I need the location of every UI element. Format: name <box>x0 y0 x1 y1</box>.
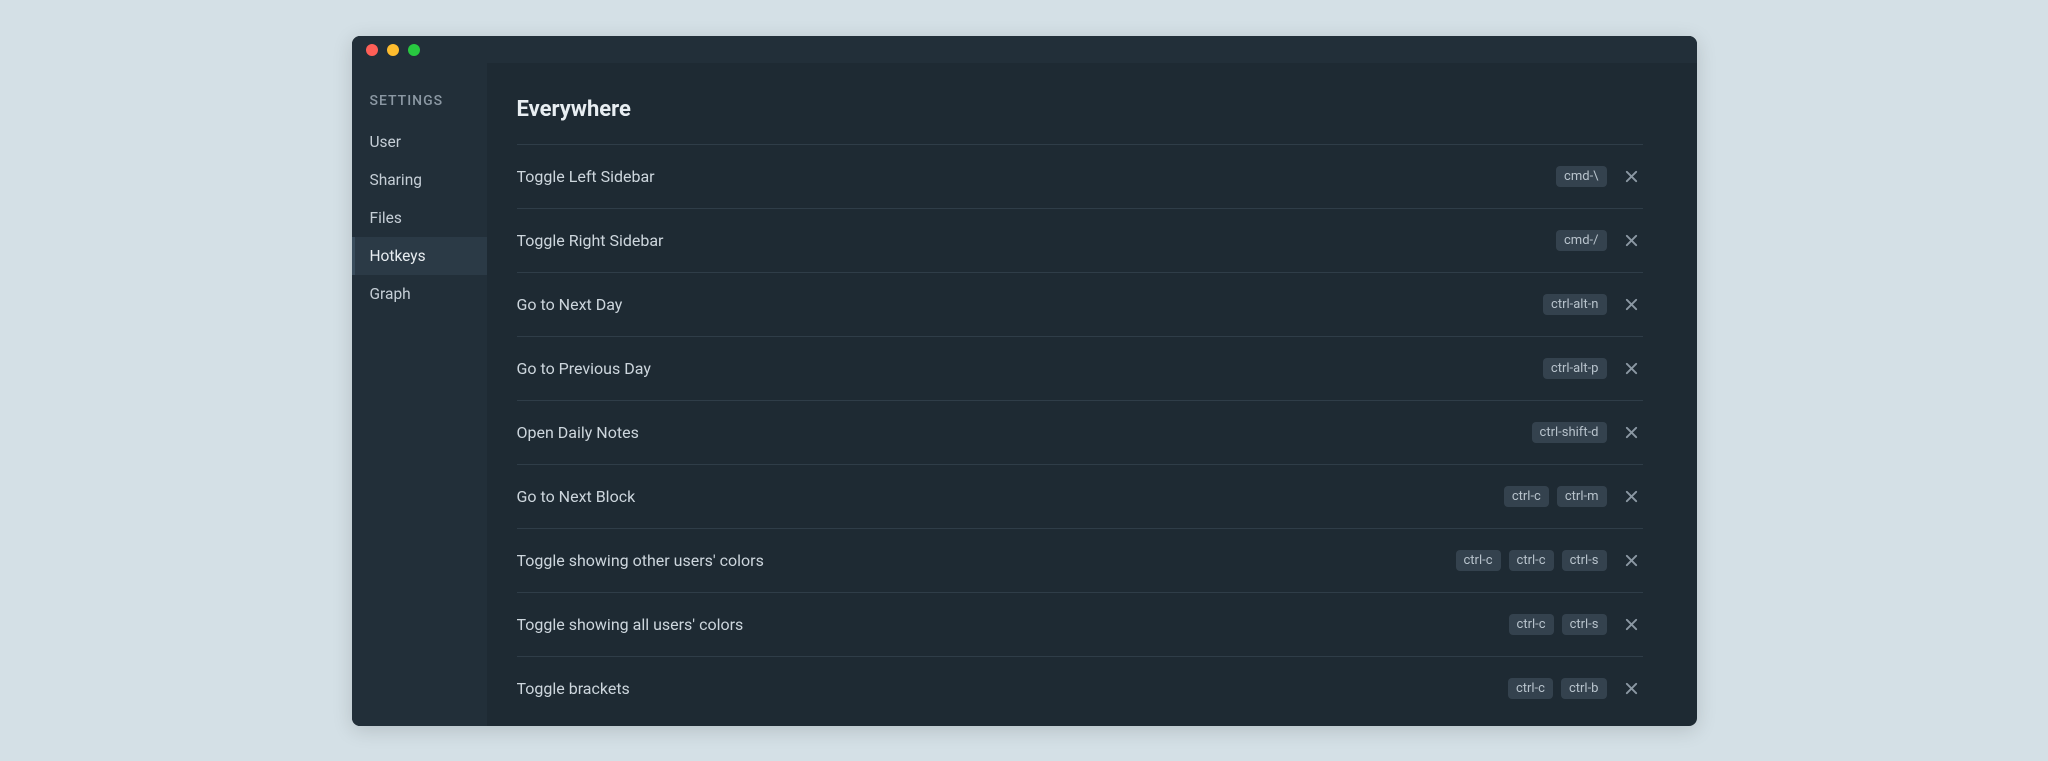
close-icon <box>1624 425 1639 440</box>
close-icon <box>1624 681 1639 696</box>
hotkey-keys[interactable]: cmd-/ <box>1556 230 1607 251</box>
clear-hotkey-button[interactable] <box>1621 294 1643 316</box>
hotkey-right: ctrl-c ctrl-c ctrl-s <box>1456 550 1643 572</box>
hotkey-key-badge: ctrl-c <box>1509 614 1554 635</box>
hotkey-keys[interactable]: ctrl-c ctrl-s <box>1509 614 1607 635</box>
hotkey-row: Toggle Left Sidebar cmd-\ <box>517 144 1643 208</box>
clear-hotkey-button[interactable] <box>1621 486 1643 508</box>
close-icon <box>1624 169 1639 184</box>
clear-hotkey-button[interactable] <box>1621 678 1643 700</box>
window-content: SETTINGS UserSharingFilesHotkeysGraph Ev… <box>352 63 1697 726</box>
settings-window: SETTINGS UserSharingFilesHotkeysGraph Ev… <box>352 36 1697 726</box>
sidebar-heading: SETTINGS <box>352 93 487 123</box>
hotkey-label: Toggle showing other users' colors <box>517 551 764 570</box>
sidebar-item-files[interactable]: Files <box>352 199 487 237</box>
settings-main: Everywhere Toggle Left Sidebarcmd-\Toggl… <box>487 63 1697 726</box>
hotkey-row: Toggle Right Sidebar cmd-/ <box>517 208 1643 272</box>
hotkey-key-badge: ctrl-m <box>1557 486 1607 507</box>
clear-hotkey-button[interactable] <box>1621 166 1643 188</box>
window-minimize-button[interactable] <box>387 44 399 56</box>
hotkeys-scroll-area[interactable]: Everywhere Toggle Left Sidebarcmd-\Toggl… <box>517 97 1655 726</box>
hotkey-label: Go to Next Day <box>517 295 623 314</box>
clear-hotkey-button[interactable] <box>1621 422 1643 444</box>
hotkey-key-badge: cmd-\ <box>1556 166 1606 187</box>
hotkey-key-badge: ctrl-b <box>1561 678 1607 699</box>
sidebar-item-hotkeys[interactable]: Hotkeys <box>352 237 487 275</box>
hotkey-keys[interactable]: ctrl-c ctrl-c ctrl-s <box>1456 550 1607 571</box>
close-icon <box>1624 233 1639 248</box>
window-close-button[interactable] <box>366 44 378 56</box>
hotkey-key-badge: ctrl-s <box>1562 550 1607 571</box>
hotkey-right: cmd-/ <box>1556 230 1643 252</box>
clear-hotkey-button[interactable] <box>1621 230 1643 252</box>
hotkey-key-badge: ctrl-alt-p <box>1543 358 1607 379</box>
close-icon <box>1624 617 1639 632</box>
hotkey-label: Toggle brackets <box>517 679 630 698</box>
hotkey-keys[interactable]: ctrl-alt-n <box>1543 294 1606 315</box>
hotkey-key-badge: cmd-/ <box>1556 230 1607 251</box>
clear-hotkey-button[interactable] <box>1621 550 1643 572</box>
close-icon <box>1624 553 1639 568</box>
hotkey-right: ctrl-c ctrl-m <box>1504 486 1643 508</box>
hotkey-row: Go to Next Block ctrl-c ctrl-m <box>517 464 1643 528</box>
hotkey-key-badge: ctrl-c <box>1509 550 1554 571</box>
hotkey-key-badge: ctrl-c <box>1456 550 1501 571</box>
hotkey-right: ctrl-c ctrl-b <box>1508 678 1643 700</box>
sidebar-item-graph[interactable]: Graph <box>352 275 487 313</box>
settings-sidebar: SETTINGS UserSharingFilesHotkeysGraph <box>352 63 487 726</box>
hotkey-label: Toggle showing all users' colors <box>517 615 744 634</box>
hotkey-label: Toggle Right Sidebar <box>517 231 664 250</box>
sidebar-item-sharing[interactable]: Sharing <box>352 161 487 199</box>
hotkey-keys[interactable]: cmd-\ <box>1556 166 1606 187</box>
clear-hotkey-button[interactable] <box>1621 614 1643 636</box>
hotkey-right: ctrl-alt-n <box>1543 294 1642 316</box>
hotkey-label: Open Daily Notes <box>517 423 639 442</box>
hotkey-keys[interactable]: ctrl-shift-d <box>1532 422 1607 443</box>
hotkey-key-badge: ctrl-alt-n <box>1543 294 1606 315</box>
hotkey-row: Toggle brackets ctrl-c ctrl-b <box>517 656 1643 720</box>
hotkey-keys[interactable]: ctrl-alt-p <box>1543 358 1607 379</box>
hotkey-right: ctrl-shift-d <box>1532 422 1643 444</box>
section-heading: Everywhere <box>517 97 1643 122</box>
hotkey-keys[interactable]: ctrl-c ctrl-b <box>1508 678 1607 699</box>
hotkey-key-badge: ctrl-c <box>1504 486 1549 507</box>
hotkey-row: Go to Previous Day ctrl-alt-p <box>517 336 1643 400</box>
hotkey-key-badge: ctrl-shift-d <box>1532 422 1607 443</box>
hotkey-right: cmd-\ <box>1556 166 1642 188</box>
hotkey-label: Go to Previous Day <box>517 359 651 378</box>
hotkey-row: Toggle showing all users' colorsctrl-cct… <box>517 592 1643 656</box>
hotkey-keys[interactable]: ctrl-c ctrl-m <box>1504 486 1607 507</box>
hotkey-right: ctrl-alt-p <box>1543 358 1643 380</box>
hotkey-label: Toggle Left Sidebar <box>517 167 655 186</box>
hotkey-row: Open Daily Notes ctrl-shift-d <box>517 400 1643 464</box>
window-titlebar <box>352 36 1697 63</box>
hotkey-label: Go to Next Block <box>517 487 636 506</box>
hotkey-row: Go to Next Day ctrl-alt-n <box>517 272 1643 336</box>
hotkey-key-badge: ctrl-s <box>1562 614 1607 635</box>
close-icon <box>1624 297 1639 312</box>
close-icon <box>1624 489 1639 504</box>
window-maximize-button[interactable] <box>408 44 420 56</box>
sidebar-item-user[interactable]: User <box>352 123 487 161</box>
close-icon <box>1624 361 1639 376</box>
hotkey-key-badge: ctrl-c <box>1508 678 1553 699</box>
clear-hotkey-button[interactable] <box>1621 358 1643 380</box>
hotkey-right: ctrl-c ctrl-s <box>1509 614 1643 636</box>
hotkey-row: Toggle showing other users' colors ctrl-c… <box>517 528 1643 592</box>
